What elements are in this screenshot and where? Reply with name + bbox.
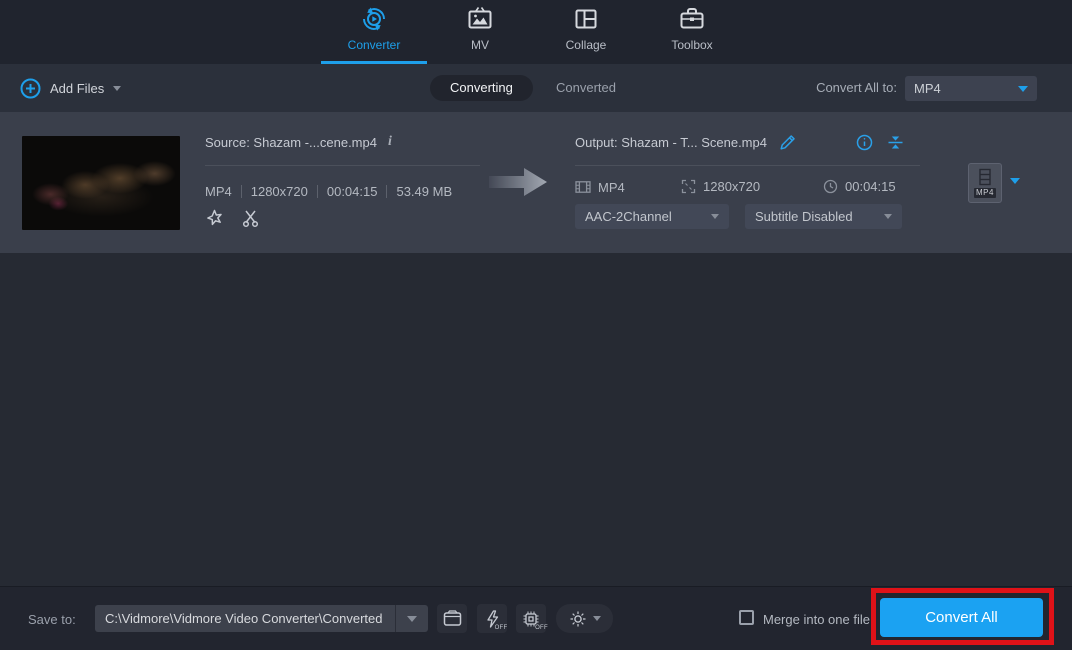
resolution-icon: [681, 179, 696, 194]
save-to-label: Save to:: [28, 612, 76, 627]
output-format-caret-icon[interactable]: [1010, 178, 1020, 184]
tab-collage-label: Collage: [566, 38, 607, 52]
convert-all-to-value: MP4: [914, 81, 1018, 96]
audio-track-value: AAC-2Channel: [585, 209, 711, 224]
settings-caret-icon: [593, 616, 601, 621]
nav-tabs: Converter MV Collage: [321, 0, 745, 64]
file-list-row: Source: Shazam -...cene.mp4 i MP4 1280x7…: [0, 112, 1072, 253]
converter-icon: [359, 4, 389, 34]
source-filename: Source: Shazam -...cene.mp4: [205, 135, 377, 150]
converting-label: Converting: [450, 80, 513, 95]
output-duration: 00:04:15: [845, 179, 896, 194]
tab-mv[interactable]: MV: [427, 0, 533, 64]
subtitle-value: Subtitle Disabled: [755, 209, 884, 224]
save-path-value: C:\Vidmore\Vidmore Video Converter\Conve…: [95, 611, 395, 626]
add-files-label: Add Files: [50, 81, 104, 96]
save-path-field[interactable]: C:\Vidmore\Vidmore Video Converter\Conve…: [95, 605, 428, 632]
toolbar: Add Files Converting Converted Convert A…: [0, 64, 1072, 112]
open-folder-button[interactable]: [437, 604, 467, 633]
filmstrip-icon: [977, 168, 993, 186]
convert-all-to-dropdown[interactable]: MP4: [905, 76, 1037, 101]
converted-tab[interactable]: Converted: [556, 64, 616, 112]
tab-toolbox-label: Toolbox: [671, 38, 712, 52]
tab-collage[interactable]: Collage: [533, 0, 639, 64]
merge-into-one-file-checkbox[interactable]: [739, 610, 754, 625]
format-film-icon: [575, 179, 591, 195]
cut-scissors-icon[interactable]: [241, 209, 260, 228]
save-path-caret[interactable]: [396, 616, 428, 622]
mv-icon: [465, 4, 495, 34]
source-resolution: 1280x720: [251, 184, 308, 199]
output-info-icon[interactable]: [856, 134, 873, 151]
output-filename: Output: Shazam - T... Scene.mp4: [575, 135, 767, 150]
audio-track-caret-icon: [711, 214, 719, 219]
add-plus-icon: [20, 78, 41, 99]
add-files-button[interactable]: Add Files: [20, 64, 121, 112]
source-format: MP4: [205, 184, 232, 199]
tab-mv-label: MV: [471, 38, 489, 52]
tab-converter-label: Converter: [348, 38, 401, 52]
hardware-acceleration-button[interactable]: OFF: [477, 604, 507, 633]
source-size: 53.49 MB: [396, 184, 452, 199]
converted-label: Converted: [556, 80, 616, 95]
rename-pencil-icon[interactable]: [779, 134, 796, 151]
duration-clock-icon: [823, 179, 838, 194]
tab-converter[interactable]: Converter: [321, 0, 427, 64]
top-nav: Converter MV Collage: [0, 0, 1072, 64]
output-settings-icon[interactable]: [887, 134, 904, 151]
gpu-chip-button[interactable]: OFF: [516, 604, 546, 633]
output-format: MP4: [598, 180, 625, 195]
source-meta: MP4 1280x720 00:04:15 53.49 MB: [205, 184, 452, 199]
audio-track-dropdown[interactable]: AAC-2Channel: [575, 204, 729, 229]
output-format-button[interactable]: MP4: [968, 163, 1002, 203]
chip-off-label: OFF: [535, 625, 548, 631]
vidmore-video-converter-window: { "nav": { "tabs": [ { "label": "Convert…: [0, 0, 1072, 650]
subtitle-caret-icon: [884, 214, 892, 219]
source-duration: 00:04:15: [327, 184, 378, 199]
settings-button[interactable]: [556, 604, 613, 633]
gear-icon: [569, 610, 587, 628]
convert-all-button[interactable]: Convert All: [880, 598, 1043, 637]
output-divider: [575, 165, 920, 166]
add-files-caret-icon: [113, 86, 121, 91]
edit-effects-icon[interactable]: [205, 209, 224, 228]
convert-all-to-caret-icon: [1018, 86, 1028, 92]
toolbox-icon: [677, 4, 707, 34]
subtitle-dropdown[interactable]: Subtitle Disabled: [745, 204, 902, 229]
collage-icon: [571, 4, 601, 34]
converting-tab[interactable]: Converting: [430, 75, 533, 101]
source-divider: [205, 165, 480, 166]
format-badge: MP4: [974, 188, 996, 198]
hw-accel-off-label: OFF: [495, 625, 508, 631]
output-resolution: 1280x720: [703, 179, 760, 194]
tab-toolbox[interactable]: Toolbox: [639, 0, 745, 64]
video-thumbnail[interactable]: [22, 136, 180, 230]
source-info-icon[interactable]: i: [388, 134, 392, 150]
convert-all-to-label: Convert All to:: [816, 64, 897, 112]
merge-into-one-file-label: Merge into one file: [763, 612, 870, 627]
convert-direction-arrow-icon: [489, 164, 549, 200]
